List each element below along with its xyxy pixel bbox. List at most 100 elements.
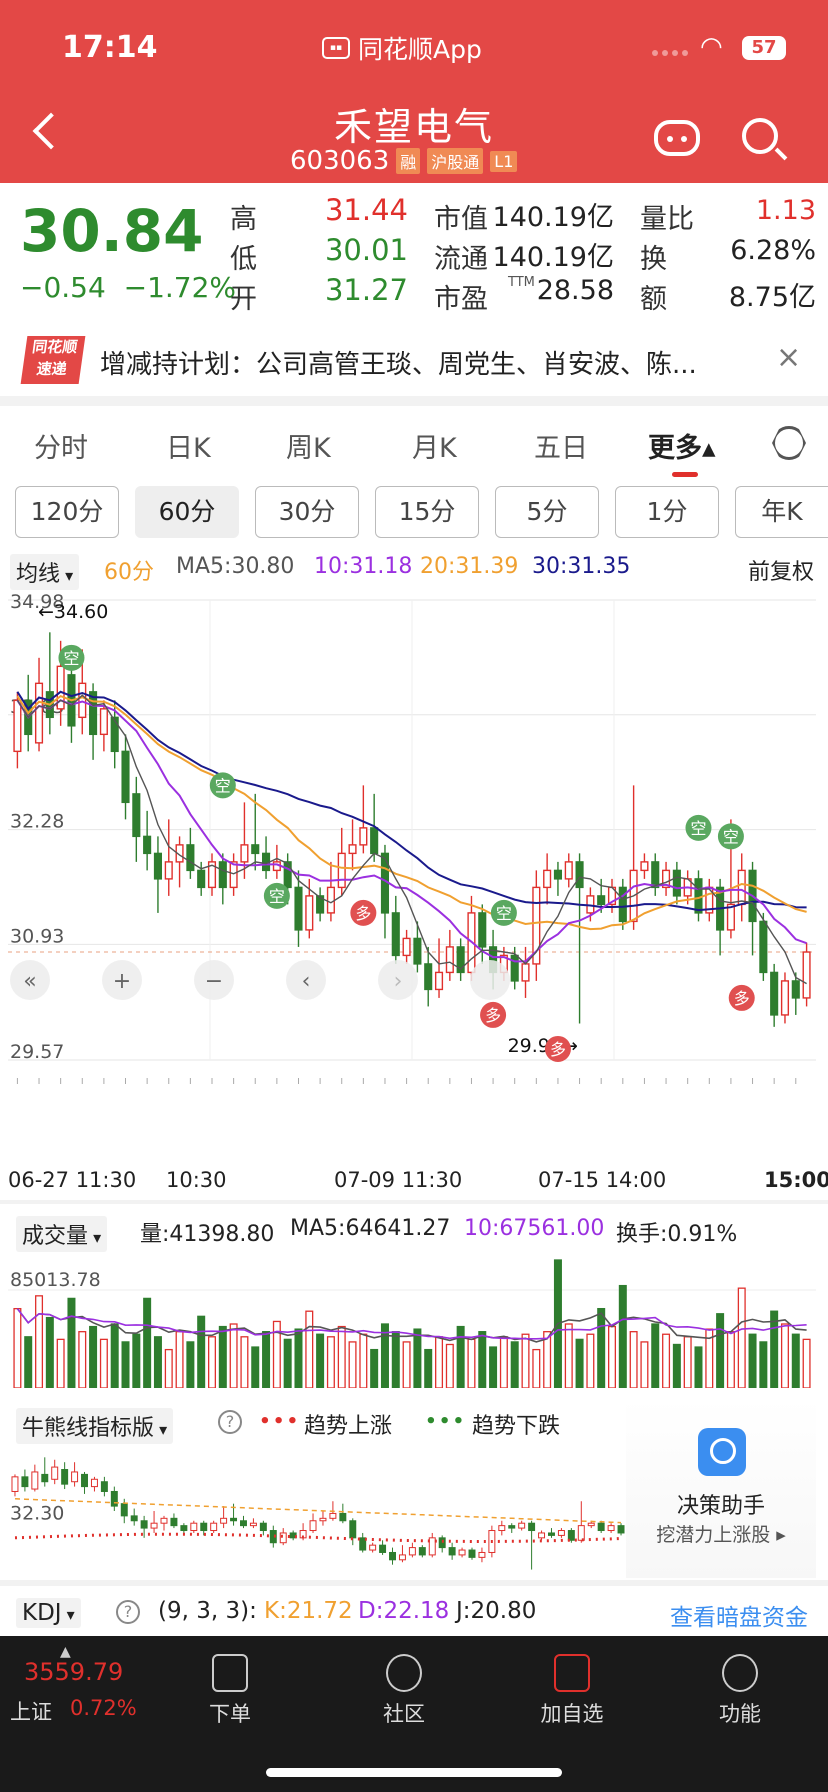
tab-more[interactable]: 更多▴ — [648, 426, 716, 465]
news-ticker[interactable]: 同花顺速递 增减持计划：公司高管王琰、周党生、肖安波、陈... × — [0, 324, 828, 396]
bear-body — [170, 1517, 178, 1527]
ma-type-dropdown[interactable]: 均线 — [10, 554, 80, 590]
nav-community-label: 社区 — [383, 1702, 425, 1726]
news-text[interactable]: 增减持计划：公司高管王琰、周党生、肖安波、陈... — [100, 344, 760, 381]
nav-add-watch[interactable]: 加自选 — [522, 1646, 622, 1728]
signal-sell-label: 空 — [215, 776, 231, 795]
signal-sell-label: 空 — [723, 827, 739, 846]
tab-underline — [672, 472, 698, 477]
nav-community[interactable]: 社区 — [354, 1646, 454, 1728]
ma-bar: 均线 60分 MA5:30.80 10:31.18 20:31.39 30:31… — [0, 548, 828, 590]
candle-body — [326, 886, 335, 914]
candle-body — [759, 920, 768, 974]
candle-body — [99, 708, 108, 736]
bear-body — [349, 1520, 357, 1539]
volume-chart[interactable]: 85013.78 — [8, 1250, 816, 1388]
decision-assistant[interactable]: 决策助手 挖潜力上涨股 ▸ — [626, 1398, 816, 1578]
nav-order[interactable]: 下单 — [180, 1646, 280, 1728]
volume-dropdown[interactable]: 成交量 — [16, 1216, 108, 1252]
nav-functions[interactable]: 功能 — [690, 1646, 790, 1728]
period-1[interactable]: 1分 — [615, 486, 719, 538]
candle-body — [651, 861, 660, 889]
x-label: 07-09 11:30 — [334, 1168, 463, 1192]
settings-icon[interactable] — [772, 426, 806, 460]
volume-bar — [532, 1348, 541, 1388]
volume-bar — [164, 1348, 173, 1388]
volume-bar — [110, 1323, 119, 1388]
help-icon[interactable]: ? — [218, 1410, 242, 1434]
bear-body — [448, 1547, 456, 1556]
period-year[interactable]: 年K — [735, 486, 828, 538]
volume-bar — [672, 1343, 681, 1388]
open-label: 开 — [230, 284, 257, 315]
bear-body — [100, 1481, 108, 1492]
robot-icon[interactable] — [654, 120, 700, 156]
tab-daily[interactable]: 日K — [166, 426, 211, 465]
chart-control-glyph: + — [113, 969, 131, 994]
tab-intraday[interactable]: 分时 — [34, 426, 88, 465]
period-selector: 120分 60分 30分 15分 5分 1分 年K — [0, 486, 828, 542]
period-120[interactable]: 120分 — [15, 486, 119, 538]
x-label: 07-15 14:00 — [538, 1168, 667, 1192]
tab-weekly[interactable]: 周K — [286, 426, 331, 465]
dark-pool-link[interactable]: 查看暗盘资金 — [670, 1598, 808, 1632]
nav-add-label: 加自选 — [540, 1702, 604, 1726]
volume-bar — [348, 1341, 357, 1388]
signal-sell-label: 空 — [63, 649, 79, 668]
period-15[interactable]: 15分 — [375, 486, 479, 538]
signal-sell-label: 空 — [690, 819, 706, 838]
vr-label: 量比 — [640, 204, 694, 235]
volume-bar — [662, 1333, 671, 1388]
volume-bar — [435, 1336, 444, 1388]
candle-body — [197, 869, 206, 889]
pe-label: 市盈 — [434, 284, 488, 315]
fullscreen-icon — [470, 960, 510, 1000]
assistant-title: 决策助手 — [676, 1494, 765, 1519]
bear-chart[interactable]: 32.30 — [8, 1446, 628, 1576]
period-60[interactable]: 60分 — [135, 486, 239, 538]
bear-body — [359, 1537, 367, 1551]
volume-bar — [499, 1336, 508, 1388]
volume-bar — [121, 1341, 130, 1388]
search-icon[interactable] — [742, 118, 778, 154]
volume-bar — [56, 1338, 65, 1388]
nav-order-label: 下单 — [209, 1702, 251, 1726]
signal-buy-label: 多 — [550, 1040, 566, 1059]
volume-bar — [618, 1284, 627, 1388]
help-icon[interactable]: ? — [116, 1600, 140, 1624]
candle-body — [780, 980, 790, 1016]
bear-body — [379, 1544, 387, 1553]
bear-body — [478, 1551, 486, 1558]
kline-chart[interactable]: 34.9833.6332.2830.9329.57←34.6029.96→空空空… — [8, 590, 816, 1140]
volume-bar — [99, 1338, 108, 1388]
candle-body — [337, 852, 346, 889]
last-price: 30.84 — [20, 197, 204, 265]
bear-body — [329, 1512, 337, 1519]
index-value[interactable]: 3559.79 — [24, 1658, 123, 1686]
signal-sell-label: 空 — [269, 887, 285, 906]
bear-body — [130, 1515, 138, 1522]
bear-body — [369, 1544, 377, 1551]
vr-value: 1.13 — [755, 195, 816, 226]
bear-body — [339, 1512, 347, 1522]
candle-body — [640, 861, 649, 872]
volume-bar — [683, 1336, 692, 1388]
volume-bar — [35, 1295, 44, 1388]
volume-bar — [607, 1325, 617, 1388]
volume-bar — [186, 1341, 195, 1388]
kdj-dropdown[interactable]: KDJ — [16, 1598, 81, 1628]
bear-body — [71, 1471, 79, 1483]
bear-body — [438, 1537, 446, 1549]
period-5[interactable]: 5分 — [495, 486, 599, 538]
pe-value: 28.58 — [536, 275, 614, 306]
tab-fiveday[interactable]: 五日 — [534, 426, 588, 465]
volume-bar — [13, 1307, 22, 1388]
tab-monthly[interactable]: 月K — [412, 426, 457, 465]
bear-dropdown[interactable]: 牛熊线指标版 — [16, 1408, 174, 1444]
low-value: 30.01 — [324, 233, 408, 267]
bear-body — [110, 1490, 118, 1507]
ma20-value: 20:31.39 — [420, 554, 519, 579]
period-30[interactable]: 30分 — [255, 486, 359, 538]
close-icon[interactable]: × — [776, 340, 801, 375]
adjust-label[interactable]: 前复权 — [748, 554, 814, 586]
